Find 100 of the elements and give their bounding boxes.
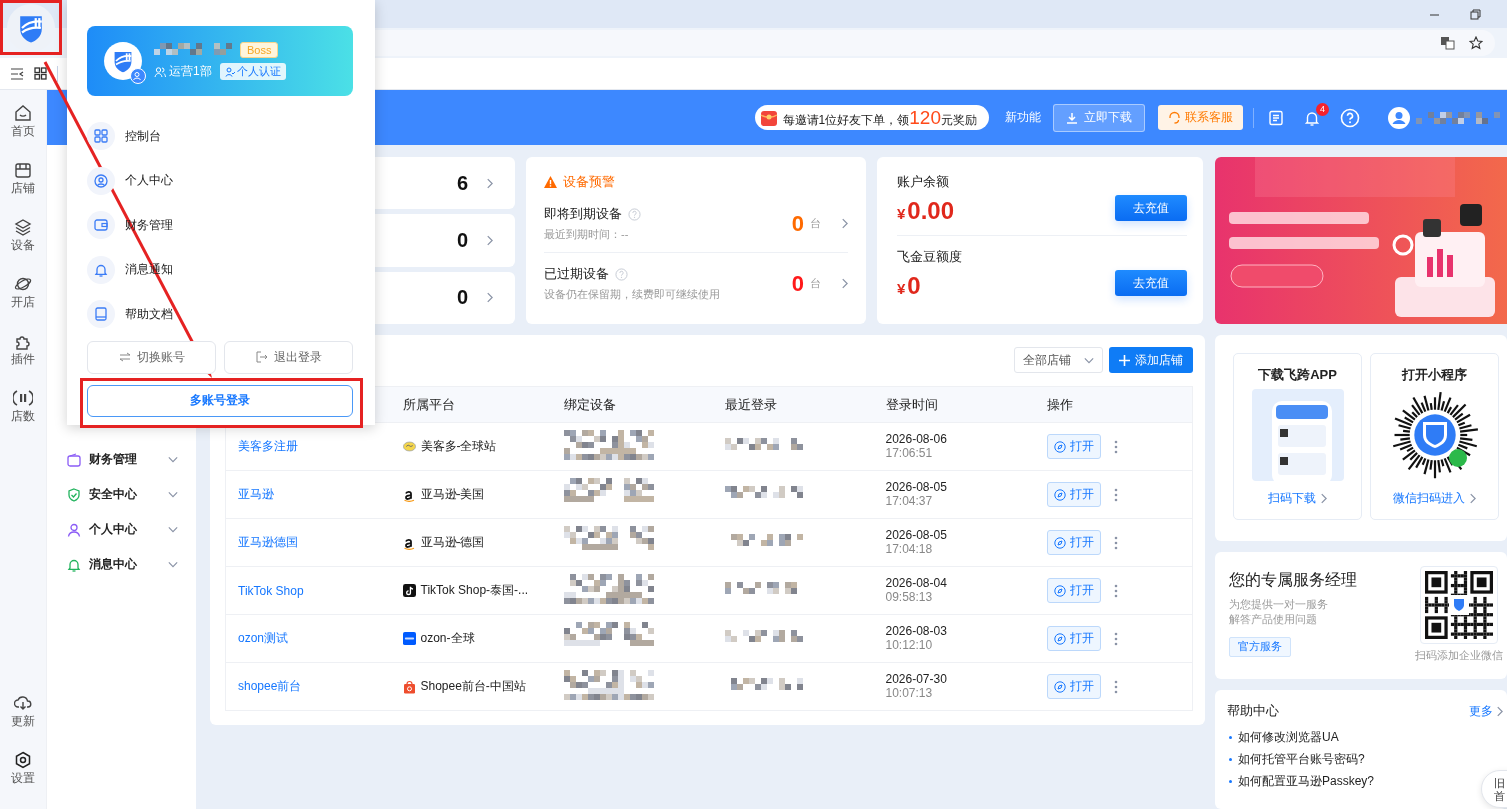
switch-account-button[interactable]: 切换账号 bbox=[87, 340, 216, 374]
card-title: 下载飞跨APP bbox=[1258, 366, 1337, 384]
help-circle-icon bbox=[615, 267, 628, 281]
login-date: 2026-08-04 bbox=[885, 576, 948, 591]
column-header: 操作 bbox=[1034, 386, 1193, 423]
chevron-right-icon bbox=[1320, 493, 1327, 504]
unit-label: 台 bbox=[810, 216, 821, 231]
translate-icon[interactable] bbox=[1440, 36, 1455, 50]
sidebar-toggle-icon[interactable] bbox=[10, 67, 24, 80]
more-link[interactable]: 更多 bbox=[1469, 702, 1503, 720]
shop-name-link[interactable]: TikTok Shop bbox=[238, 583, 304, 598]
login-date: 2026-08-05 bbox=[885, 480, 948, 495]
help-icon[interactable] bbox=[1340, 107, 1360, 128]
logout-button[interactable]: 退出登录 bbox=[224, 340, 353, 374]
sidebar-item[interactable]: 财务管理 bbox=[47, 442, 196, 477]
chevron-right-icon bbox=[486, 235, 493, 246]
help-article-link[interactable]: 如何托管平台账号密码? bbox=[1238, 750, 1365, 768]
add-shop-button[interactable]: 添加店铺 bbox=[1109, 347, 1193, 373]
official-service-button[interactable]: 官方服务 bbox=[1229, 636, 1291, 657]
shop-name-link[interactable]: ozon测试 bbox=[238, 631, 289, 645]
column-header: 所属平台 bbox=[390, 386, 552, 423]
nav-item[interactable]: 设备 bbox=[11, 218, 35, 272]
nav-item[interactable]: 店数 bbox=[11, 389, 35, 443]
chevron-down-icon bbox=[168, 456, 178, 463]
help-article-link[interactable]: 如何配置亚马逊Passkey? bbox=[1238, 772, 1375, 790]
grid-icon[interactable] bbox=[34, 67, 47, 80]
card-link[interactable]: 微信扫码进入 bbox=[1393, 490, 1476, 507]
open-button[interactable]: 打开 bbox=[1046, 434, 1101, 459]
multi-account-login-button[interactable]: 多账号登录 bbox=[87, 384, 353, 417]
platform-name: ozon-全球 bbox=[420, 630, 475, 647]
open-button[interactable]: 打开 bbox=[1046, 530, 1101, 555]
star-icon[interactable] bbox=[1469, 36, 1483, 50]
shop-name-link[interactable]: shopee前台 bbox=[238, 679, 302, 693]
more-options-icon[interactable] bbox=[1113, 679, 1118, 694]
open-button[interactable]: 打开 bbox=[1046, 578, 1101, 603]
platform-name: 美客多-全球站 bbox=[420, 438, 497, 455]
swap-arrows-icon bbox=[118, 352, 131, 362]
user-check-icon bbox=[224, 66, 235, 77]
menu-item[interactable]: 个人中心 bbox=[87, 158, 353, 203]
login-time: 10:07:13 bbox=[885, 686, 934, 701]
sidebar-item[interactable]: 消息中心 bbox=[47, 547, 196, 582]
wallet-icon bbox=[94, 218, 108, 233]
user-icon bbox=[67, 522, 81, 537]
nav-item[interactable]: 店铺 bbox=[11, 161, 35, 215]
platform-name: TikTok Shop-泰国-... bbox=[420, 582, 529, 599]
login-date: 2026-08-05 bbox=[885, 528, 948, 543]
card-title: 您的专属服务经理 bbox=[1229, 570, 1357, 590]
balance-label: 飞金豆额度 bbox=[897, 248, 962, 266]
qr-code-drawing bbox=[1425, 571, 1493, 639]
chevron-right-icon bbox=[841, 218, 848, 229]
notification-bell-icon[interactable] bbox=[1304, 109, 1320, 126]
stat-value: 0 bbox=[456, 229, 468, 252]
verification-button[interactable]: 个人认证 bbox=[219, 63, 286, 80]
open-button[interactable]: 打开 bbox=[1046, 626, 1101, 651]
nav-item[interactable]: 设置 bbox=[11, 751, 35, 805]
platform-name: 亚马逊-德国 bbox=[420, 534, 485, 551]
sidebar-item[interactable]: 安全中心 bbox=[47, 477, 196, 512]
shop-name-link[interactable]: 亚马逊 bbox=[238, 487, 274, 501]
recharge-button[interactable]: 去充值 bbox=[1115, 270, 1187, 296]
chevron-down-icon bbox=[168, 491, 178, 498]
card-link[interactable]: 扫码下载 bbox=[1268, 490, 1327, 507]
open-button[interactable]: 打开 bbox=[1046, 674, 1101, 699]
new-features-link[interactable]: 新功能 bbox=[1005, 109, 1041, 126]
menu-item[interactable]: 控制台 bbox=[87, 114, 353, 159]
warning-label: 已过期设备 bbox=[544, 265, 609, 283]
more-options-icon[interactable] bbox=[1113, 631, 1118, 646]
open-button[interactable]: 打开 bbox=[1046, 482, 1101, 507]
layers-icon bbox=[14, 218, 32, 236]
book-icon bbox=[94, 307, 108, 322]
balance-label: 账户余额 bbox=[897, 173, 950, 191]
more-options-icon[interactable] bbox=[1113, 439, 1118, 454]
planet-icon bbox=[14, 275, 32, 293]
card-title: 帮助中心 bbox=[1227, 702, 1279, 720]
help-article-link[interactable]: 如何修改浏览器UA bbox=[1238, 728, 1339, 746]
more-options-icon[interactable] bbox=[1113, 583, 1118, 598]
login-date: 2026-08-06 bbox=[885, 432, 948, 447]
home-icon bbox=[14, 104, 32, 122]
ozon-logo-icon bbox=[402, 632, 416, 645]
recharge-button[interactable]: 去充值 bbox=[1115, 195, 1187, 221]
shop-name-link[interactable]: 亚马逊德国 bbox=[238, 535, 298, 549]
user-avatar-icon[interactable] bbox=[1388, 106, 1410, 129]
menu-item[interactable]: 帮助文档 bbox=[87, 292, 353, 337]
shop-name-link[interactable]: 美客多注册 bbox=[238, 439, 298, 453]
shop-filter-dropdown[interactable]: 全部店铺 bbox=[1014, 347, 1103, 373]
music-note-logo-icon bbox=[402, 584, 416, 597]
document-icon[interactable] bbox=[1268, 109, 1284, 126]
sidebar-item[interactable]: 个人中心 bbox=[47, 512, 196, 547]
device-count: 0 bbox=[791, 210, 804, 237]
shopping-bag-logo-icon bbox=[402, 679, 416, 694]
more-options-icon[interactable] bbox=[1113, 535, 1118, 550]
help-circle-icon bbox=[628, 207, 641, 221]
login-time: 09:58:13 bbox=[885, 590, 934, 605]
nav-item[interactable]: 更新 bbox=[11, 694, 35, 748]
more-options-icon[interactable] bbox=[1113, 487, 1118, 502]
headset-icon bbox=[1168, 111, 1181, 124]
nav-item[interactable]: 开店 bbox=[11, 275, 35, 329]
nav-item[interactable]: 插件 bbox=[11, 332, 35, 386]
invite-promo-banner[interactable]: 每邀请1位好友下单，领120元奖励 bbox=[754, 105, 989, 130]
restore-icon[interactable] bbox=[1470, 8, 1481, 20]
nav-item[interactable]: 首页 bbox=[11, 104, 35, 158]
